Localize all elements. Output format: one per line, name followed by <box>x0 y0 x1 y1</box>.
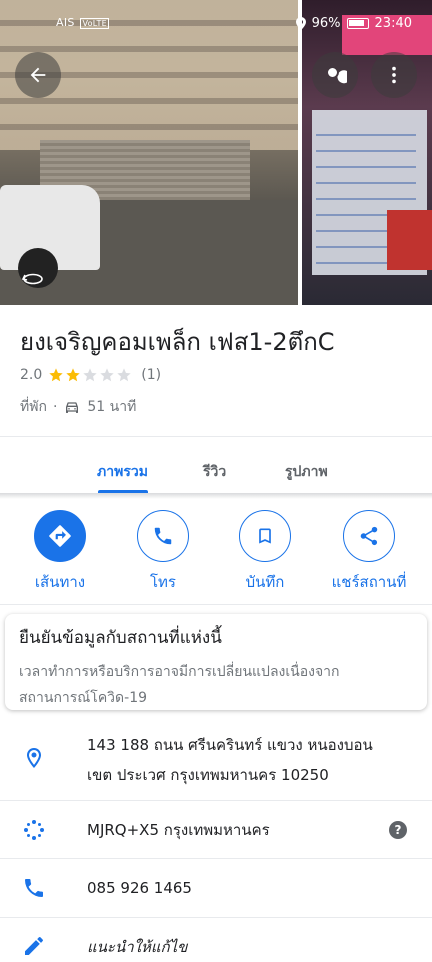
suggest-edit-text: แนะนำให้แก้ไข <box>87 938 188 956</box>
verify-info-card[interactable]: ยืนยันข้อมูลกับสถานที่แห่งนี้ เวลาทำการห… <box>5 614 427 710</box>
more-options-button[interactable] <box>371 52 417 98</box>
battery-icon <box>346 18 369 29</box>
call-circle[interactable] <box>137 510 189 562</box>
street-view-photo[interactable] <box>0 0 298 305</box>
tabs-shadow <box>0 493 432 499</box>
address-row[interactable]: 143 188 ถนน ศรีนครินทร์ แขวง หนองบอน เขต… <box>0 724 432 801</box>
arrow-back-icon <box>30 67 46 83</box>
tab-photos[interactable]: รูปภาพ <box>285 461 328 483</box>
more-vert-icon <box>392 66 396 84</box>
address-text: 143 188 ถนน ศรีนครินทร์ แขวง หนองบอน เขต… <box>87 730 373 790</box>
plus-code-text: MJRQ+X5 กรุงเทพมหานคร <box>87 821 270 839</box>
car-icon <box>66 402 79 413</box>
location-pin-icon <box>27 748 41 768</box>
directions-label: เส้นทาง <box>34 573 86 591</box>
rating-stars <box>48 367 133 383</box>
place-title: ยงเจริญคอมเพล็ก เฟส1-2ตึกC <box>20 328 335 356</box>
store-photo[interactable] <box>302 0 432 305</box>
carrier-label: AIS VoLTE <box>56 16 109 29</box>
search-button[interactable] <box>312 52 358 98</box>
phone-icon <box>25 879 43 897</box>
edit-pencil-icon <box>25 937 43 955</box>
share-button[interactable]: แชร์สถานที่ <box>326 510 412 594</box>
action-buttons: เส้นทาง โทร บันทึก แชร์สถานที่ <box>0 510 432 595</box>
card-body: เวลาทำการหรือบริการอาจมีการเปลี่ยนแปลงเน… <box>19 659 413 711</box>
help-icon[interactable]: ? <box>389 821 407 839</box>
phone-number: 085 926 1465 <box>87 879 192 897</box>
card-body-line1: เวลาทำการหรือบริการอาจมีการเปลี่ยนแปลงเน… <box>19 664 340 680</box>
call-label: โทร <box>149 573 176 591</box>
address-line1: 143 188 ถนน ศรีนครินทร์ แขวง หนองบอน <box>87 736 373 754</box>
star-empty-icon <box>100 368 114 382</box>
phone-icon <box>154 527 172 545</box>
directions-circle[interactable] <box>34 510 86 562</box>
share-label: แชร์สถานที่ <box>331 573 407 591</box>
dot-separator: · <box>52 399 58 415</box>
save-circle[interactable] <box>239 510 291 562</box>
battery-percent: 96% <box>311 16 341 31</box>
save-label: บันทึก <box>245 573 285 591</box>
hero-photos[interactable]: AIS VoLTE 96% 23:40 <box>0 0 432 305</box>
tab-reviews[interactable]: รีวิว <box>203 461 226 483</box>
suggest-edit-row[interactable]: แนะนำให้แก้ไข <box>0 918 432 960</box>
plus-code-row[interactable]: MJRQ+X5 กรุงเทพมหานคร ? <box>0 801 432 859</box>
network-type: VoLTE <box>80 18 109 29</box>
photo-red-chairs <box>387 210 432 270</box>
directions-button[interactable]: เส้นทาง <box>17 510 103 594</box>
place-tabs: ภาพรวม รีวิว รูปภาพ <box>0 436 432 494</box>
directions-icon <box>49 525 71 547</box>
plus-code-icon <box>24 820 44 840</box>
share-circle[interactable] <box>343 510 395 562</box>
star-empty-icon <box>83 368 97 382</box>
bookmark-icon <box>259 528 271 544</box>
star-empty-icon <box>117 368 131 382</box>
section-divider <box>0 604 432 605</box>
save-button[interactable]: บันทึก <box>222 510 308 594</box>
tab-overview[interactable]: ภาพรวม <box>97 461 148 483</box>
travel-time: 51 นาที <box>87 399 137 415</box>
star-full-icon <box>49 368 63 382</box>
card-title: ยืนยันข้อมูลกับสถานที่แห่งนี้ <box>19 628 222 648</box>
location-status-icon <box>295 17 306 30</box>
call-button[interactable]: โทร <box>120 510 206 594</box>
rating-row[interactable]: 2.0 (1) <box>20 367 161 383</box>
status-right: 96% 23:40 <box>295 16 412 31</box>
back-button[interactable] <box>15 52 61 98</box>
share-icon <box>360 526 378 546</box>
place-category: ที่พัก <box>20 399 47 415</box>
address-line2: เขต ประเวศ กรุงเทพมหานคร 10250 <box>87 766 329 784</box>
status-bar: AIS VoLTE 96% 23:40 <box>0 14 432 38</box>
phone-row[interactable]: 085 926 1465 <box>0 859 432 918</box>
carrier-name: AIS <box>56 16 75 29</box>
search-icon <box>328 68 347 84</box>
review-count: (1) <box>141 367 162 383</box>
star-full-icon <box>66 368 80 382</box>
card-body-line2: สถานการณ์โควิด-19 <box>19 690 148 706</box>
360-rotate-icon[interactable] <box>22 272 44 286</box>
rating-value: 2.0 <box>20 367 43 383</box>
distance-row: ที่พัก · 51 นาที <box>20 396 136 418</box>
clock: 23:40 <box>374 16 412 31</box>
